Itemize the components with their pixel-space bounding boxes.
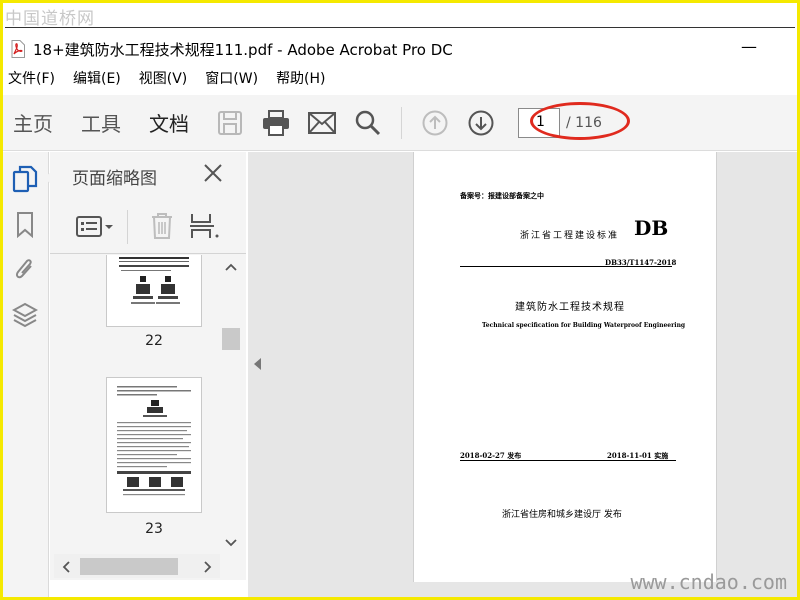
- page-thumbnails-button[interactable]: [11, 164, 39, 194]
- search-button[interactable]: [354, 109, 382, 137]
- layers-button[interactable]: [11, 300, 39, 330]
- tool-separator: [127, 210, 128, 244]
- screenshot-frame: 中国道桥网 18+建筑防水工程技术规程111.pdf - Adobe Acrob…: [3, 3, 797, 597]
- minimize-button[interactable]: —: [741, 37, 757, 56]
- title-bar: 18+建筑防水工程技术规程111.pdf - Adobe Acrobat Pro…: [3, 33, 797, 65]
- record-number: 备案号：报建设部备案之中: [460, 191, 544, 200]
- document-view[interactable]: 备案号：报建设部备案之中 浙江省工程建设标准 DB DB33/T1147-201…: [248, 152, 797, 597]
- page-preview: [119, 257, 189, 304]
- menu-bar: 文件(F) 编辑(E) 视图(V) 窗口(W) 帮助(H): [3, 66, 797, 90]
- menu-view[interactable]: 视图(V): [139, 68, 188, 88]
- window-title: 18+建筑防水工程技术规程111.pdf - Adobe Acrobat Pro…: [33, 40, 453, 59]
- chevron-right-icon: [204, 561, 212, 573]
- arrow-down-icon: [468, 110, 494, 135]
- tab-tools[interactable]: 工具: [81, 108, 121, 137]
- divider: [5, 27, 795, 28]
- layers-icon: [12, 302, 38, 328]
- next-page-button[interactable]: [467, 109, 495, 137]
- save-button[interactable]: [216, 109, 244, 137]
- close-icon: [204, 164, 222, 182]
- toolbar-separator: [401, 106, 402, 139]
- chevron-up-icon: [225, 263, 237, 271]
- bookmarks-button[interactable]: [11, 210, 39, 240]
- menu-window[interactable]: 窗口(W): [205, 68, 258, 88]
- delete-page-button[interactable]: [150, 212, 174, 244]
- email-button[interactable]: [308, 109, 336, 137]
- pdf-file-icon: [11, 40, 25, 58]
- chevron-left-icon: [62, 561, 70, 573]
- panel-title: 页面缩略图: [72, 169, 157, 189]
- watermark-top: 中国道桥网: [5, 9, 95, 29]
- date-rule: [460, 460, 676, 461]
- trash-icon: [152, 213, 172, 239]
- page-thumbnail[interactable]: [106, 377, 202, 513]
- attachments-button[interactable]: [11, 254, 39, 284]
- menu-help[interactable]: 帮助(H): [276, 68, 325, 88]
- save-icon: [218, 110, 242, 135]
- standard-number: DB33/T1147-2018: [605, 258, 677, 267]
- standard-code: DB: [634, 216, 669, 240]
- page-thumbnails-icon: [12, 165, 38, 193]
- page-preview: [117, 386, 191, 496]
- print-icon: [263, 109, 289, 136]
- scrollbar-thumb[interactable]: [80, 558, 178, 575]
- close-panel-button[interactable]: [202, 162, 224, 184]
- envelope-icon: [308, 111, 336, 134]
- insert-pages-icon: [190, 214, 219, 238]
- menu-file[interactable]: 文件(F): [8, 68, 55, 88]
- watermark-bottom: www.cndao.com: [630, 570, 787, 594]
- panel-toolbar: [50, 200, 246, 254]
- scrollbar-thumb[interactable]: [222, 328, 240, 350]
- highlight-ellipse: [530, 102, 630, 140]
- thumbnail-panel: 页面缩略图 22 23: [44, 152, 246, 580]
- bookmark-icon: [17, 212, 33, 238]
- publisher: 浙江省住房和城乡建设厅 发布: [502, 510, 622, 520]
- standard-type: 浙江省工程建设标准: [520, 231, 620, 241]
- thumbnail-page-label: 22: [145, 333, 163, 349]
- menu-edit[interactable]: 编辑(E): [73, 68, 121, 88]
- pdf-page: 备案号：报建设部备案之中 浙江省工程建设标准 DB DB33/T1147-201…: [413, 152, 717, 582]
- collapse-panel-icon[interactable]: [252, 357, 262, 371]
- search-icon: [355, 110, 381, 135]
- insert-page-button[interactable]: [190, 212, 220, 244]
- page-thumbnail[interactable]: [106, 255, 202, 327]
- previous-page-button[interactable]: [421, 109, 449, 137]
- navigation-rail: [3, 152, 49, 597]
- thumbnail-horizontal-scrollbar[interactable]: [54, 554, 220, 578]
- thumbnail-vertical-scrollbar[interactable]: [218, 255, 244, 555]
- tab-document[interactable]: 文档: [149, 108, 189, 137]
- thumbnail-list: 22 23: [50, 255, 246, 555]
- thumbnail-options-button[interactable]: [76, 214, 114, 244]
- panel-pointer: [44, 171, 52, 185]
- print-button[interactable]: [262, 109, 290, 137]
- document-title: 建筑防水工程技术规程: [515, 302, 625, 313]
- paperclip-icon: [15, 259, 32, 279]
- toolbar: 主页 工具 文档 1 / 116: [3, 95, 797, 151]
- thumbnail-page-label: 23: [145, 521, 163, 537]
- chevron-down-icon: [225, 539, 237, 547]
- arrow-up-icon: [422, 110, 448, 135]
- tab-home[interactable]: 主页: [13, 108, 53, 137]
- options-menu-icon: [76, 216, 113, 237]
- document-title-english: Technical specification for Building Wat…: [482, 322, 686, 329]
